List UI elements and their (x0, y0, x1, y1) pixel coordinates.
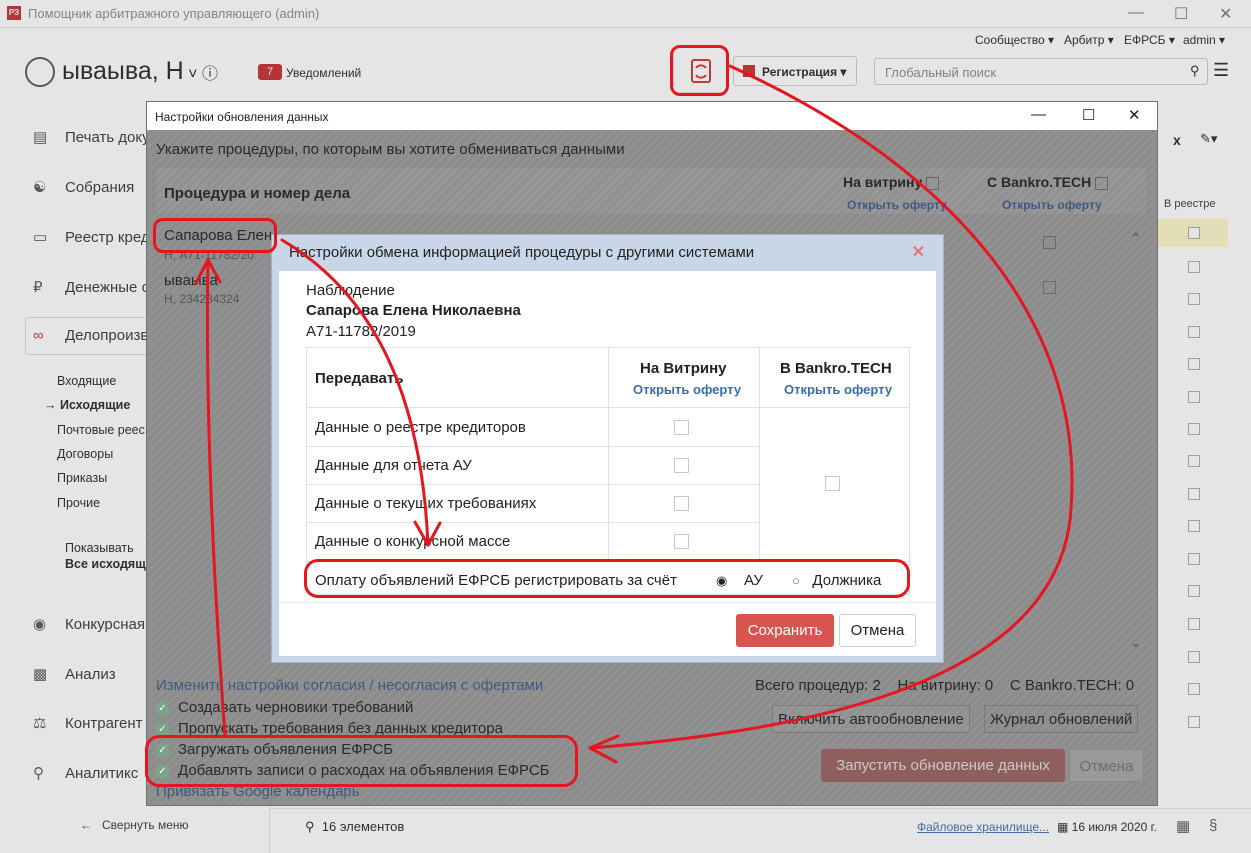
annotation-arrows (194, 64, 1074, 764)
